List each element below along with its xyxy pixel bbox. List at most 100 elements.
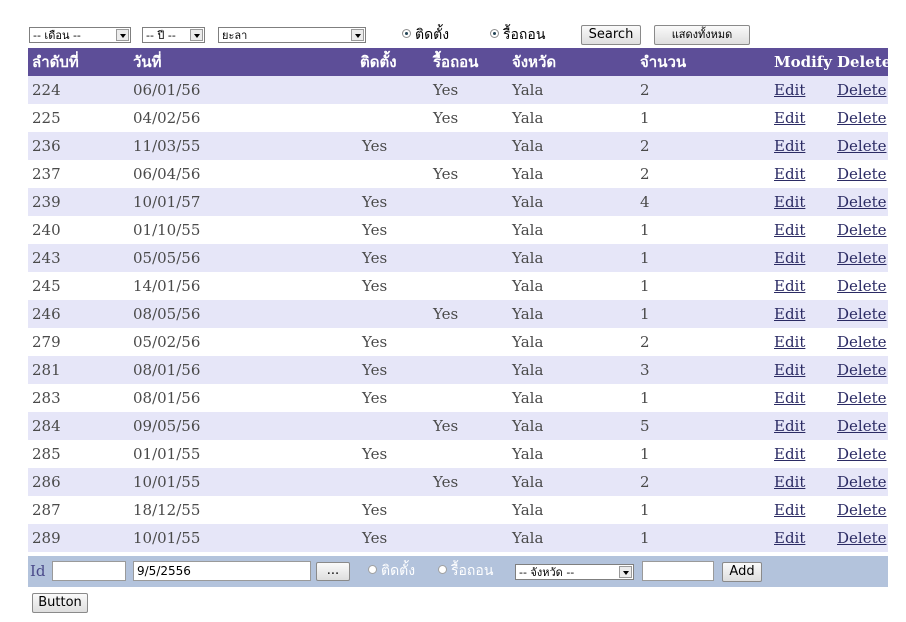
edit-link[interactable]: Edit: [774, 104, 805, 132]
edit-link[interactable]: Edit: [774, 132, 805, 160]
delete-link[interactable]: Delete: [837, 160, 886, 188]
add-radio-install[interactable]: ติดตั้ง: [368, 556, 415, 587]
delete-link[interactable]: Delete: [837, 300, 886, 328]
province-select[interactable]: ยะลา: [218, 27, 366, 43]
edit-link[interactable]: Edit: [774, 412, 805, 440]
filter-radio-remove[interactable]: รื้อถอน: [490, 24, 545, 46]
add-province-select[interactable]: -- จังหวัด --: [515, 564, 634, 580]
cell-province: Yala: [512, 249, 544, 267]
add-button[interactable]: Add: [722, 562, 762, 582]
cell-date: 04/02/56: [133, 109, 201, 127]
header-modify: Modify: [774, 53, 832, 71]
table-row: 286 10/01/55 Yes Yala 2 Edit Delete: [28, 468, 888, 496]
cell-date: 10/01/55: [133, 529, 201, 547]
year-select[interactable]: -- ปี --: [142, 27, 205, 43]
cell-date: 06/04/56: [133, 165, 201, 183]
edit-link[interactable]: Edit: [774, 356, 805, 384]
cell-sequence: 245: [32, 277, 61, 295]
edit-link[interactable]: Edit: [774, 188, 805, 216]
edit-link[interactable]: Edit: [774, 272, 805, 300]
cell-amount: 5: [640, 417, 650, 435]
delete-link[interactable]: Delete: [837, 412, 886, 440]
cell-amount: 1: [640, 501, 650, 519]
delete-link[interactable]: Delete: [837, 216, 886, 244]
edit-link[interactable]: Edit: [774, 216, 805, 244]
filter-radio-remove-label: รื้อถอน: [503, 27, 546, 43]
edit-link[interactable]: Edit: [774, 300, 805, 328]
table-row: 284 09/05/56 Yes Yala 5 Edit Delete: [28, 412, 888, 440]
delete-link[interactable]: Delete: [837, 468, 886, 496]
edit-link[interactable]: Edit: [774, 160, 805, 188]
cell-sequence: 225: [32, 109, 61, 127]
edit-link[interactable]: Edit: [774, 440, 805, 468]
id-input[interactable]: [52, 561, 126, 581]
delete-link[interactable]: Delete: [837, 384, 886, 412]
table-row: 224 06/01/56 Yes Yala 2 Edit Delete: [28, 76, 888, 104]
edit-link[interactable]: Edit: [774, 76, 805, 104]
header-amount: จำนวน: [640, 53, 687, 71]
delete-link[interactable]: Delete: [837, 244, 886, 272]
delete-link[interactable]: Delete: [837, 440, 886, 468]
chevron-down-icon: [116, 29, 129, 41]
filter-radio-install[interactable]: ติดตั้ง: [402, 24, 449, 46]
edit-link[interactable]: Edit: [774, 496, 805, 524]
edit-link[interactable]: Edit: [774, 524, 805, 552]
delete-link[interactable]: Delete: [837, 76, 886, 104]
delete-link[interactable]: Delete: [837, 328, 886, 356]
delete-link[interactable]: Delete: [837, 132, 886, 160]
cell-date: 10/01/57: [133, 193, 201, 211]
cell-date: 08/05/56: [133, 305, 201, 323]
show-all-button[interactable]: แสดงทั้งหมด: [654, 25, 750, 45]
delete-link[interactable]: Delete: [837, 104, 886, 132]
date-picker-button[interactable]: ...: [316, 562, 350, 581]
cell-date: 11/03/55: [133, 137, 201, 155]
cell-amount: 1: [640, 109, 650, 127]
cell-sequence: 236: [32, 137, 61, 155]
id-label: Id: [30, 562, 46, 580]
radio-icon[interactable]: [490, 29, 499, 38]
cell-sequence: 239: [32, 193, 61, 211]
edit-link[interactable]: Edit: [774, 384, 805, 412]
cell-amount: 4: [640, 193, 650, 211]
date-input[interactable]: 9/5/2556: [133, 561, 311, 581]
delete-link[interactable]: Delete: [837, 188, 886, 216]
cell-date: 06/01/56: [133, 81, 201, 99]
radio-icon[interactable]: [438, 565, 447, 574]
delete-link[interactable]: Delete: [837, 272, 886, 300]
table-row: 243 05/05/56 Yes Yala 1 Edit Delete: [28, 244, 888, 272]
amount-input[interactable]: [642, 561, 714, 581]
edit-link[interactable]: Edit: [774, 468, 805, 496]
cell-install: Yes: [362, 501, 388, 519]
radio-icon[interactable]: [368, 565, 377, 574]
cell-province: Yala: [512, 81, 544, 99]
edit-link[interactable]: Edit: [774, 244, 805, 272]
month-select[interactable]: -- เดือน --: [29, 27, 131, 43]
cell-province: Yala: [512, 417, 544, 435]
cell-province: Yala: [512, 529, 544, 547]
radio-icon[interactable]: [402, 29, 411, 38]
add-radio-remove[interactable]: รื้อถอน: [438, 556, 493, 587]
cell-sequence: 283: [32, 389, 61, 407]
delete-link[interactable]: Delete: [837, 356, 886, 384]
cell-date: 10/01/55: [133, 473, 201, 491]
cell-province: Yala: [512, 137, 544, 155]
chevron-down-icon: [190, 29, 203, 41]
delete-link[interactable]: Delete: [837, 496, 886, 524]
generic-button[interactable]: Button: [32, 593, 88, 613]
cell-province: Yala: [512, 473, 544, 491]
delete-link[interactable]: Delete: [837, 524, 886, 552]
cell-amount: 1: [640, 277, 650, 295]
cell-amount: 3: [640, 361, 650, 379]
table-row: 287 18/12/55 Yes Yala 1 Edit Delete: [28, 496, 888, 524]
cell-date: 09/05/56: [133, 417, 201, 435]
cell-province: Yala: [512, 305, 544, 323]
cell-date: 01/10/55: [133, 221, 201, 239]
cell-province: Yala: [512, 277, 544, 295]
add-radio-remove-label: รื้อถอน: [451, 563, 494, 579]
cell-date: 05/05/56: [133, 249, 201, 267]
cell-amount: 1: [640, 529, 650, 547]
edit-link[interactable]: Edit: [774, 328, 805, 356]
search-button[interactable]: Search: [581, 25, 641, 45]
cell-date: 14/01/56: [133, 277, 201, 295]
cell-amount: 1: [640, 221, 650, 239]
